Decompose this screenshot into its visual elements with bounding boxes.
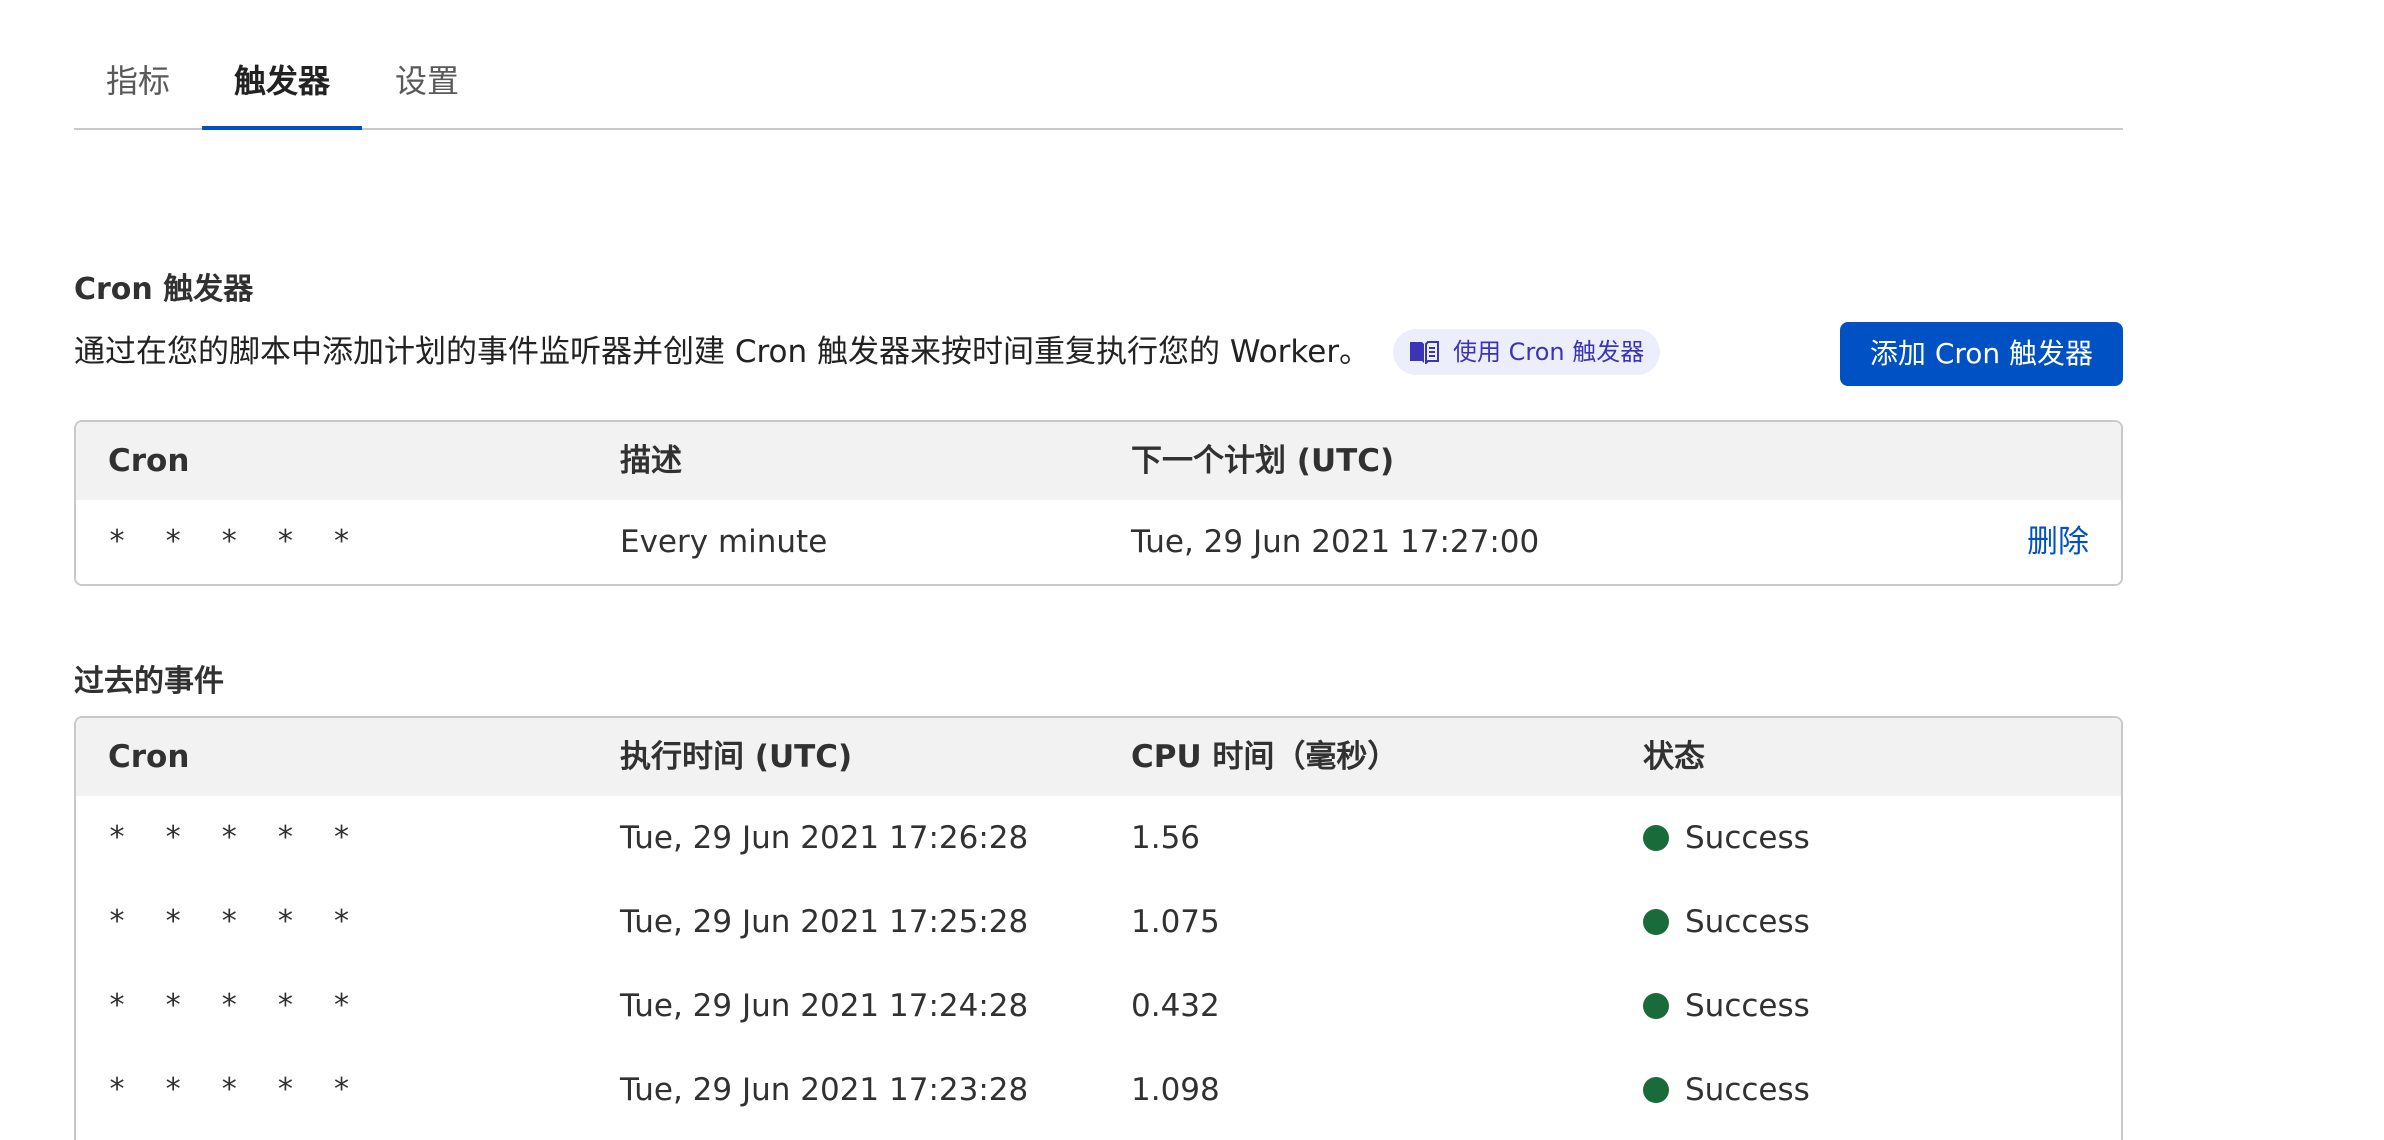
table-header: Cron 执行时间 (UTC) CPU 时间（毫秒） 状态 [76,718,2121,796]
tab-triggers[interactable]: 触发器 [202,38,362,130]
cpu-time: 1.098 [1131,1072,1220,1108]
executed-time: Tue, 29 Jun 2021 17:26:28 [620,820,1029,856]
cron-triggers-table: Cron 描述 下一个计划 (UTC) * * * * * Every minu… [74,420,2123,586]
executed-time: Tue, 29 Jun 2021 17:25:28 [620,904,1029,940]
column-header-description: 描述 [620,443,682,479]
tab-bar: 指标 触发器 设置 [74,38,2123,130]
tab-settings[interactable]: 设置 [362,38,492,130]
status-text: Success [1685,904,1810,940]
workers-triggers-page: 指标 触发器 设置 Cron 触发器 通过在您的脚本中添加计划的事件监听器并创建… [0,0,2384,1140]
cron-expression: * * * * * [108,1072,361,1107]
status: Success [1643,1048,1810,1132]
cron-triggers-title: Cron 触发器 [74,272,254,307]
past-events-table: Cron 执行时间 (UTC) CPU 时间（毫秒） 状态 * * * * * … [74,716,2123,1140]
column-header-cron: Cron [108,443,190,479]
status-text: Success [1685,1072,1810,1108]
next-run-time: Tue, 29 Jun 2021 17:27:00 [1131,524,1540,560]
status: Success [1643,796,1810,880]
success-dot-icon [1643,1077,1669,1103]
book-icon [1410,341,1439,364]
table-row: * * * * * Every minute Tue, 29 Jun 2021 … [76,500,2121,584]
success-dot-icon [1643,993,1669,1019]
table-row: * * * * * Tue, 29 Jun 2021 17:25:28 1.07… [76,880,2121,964]
tab-metrics[interactable]: 指标 [74,38,202,130]
table-row: * * * * * Tue, 29 Jun 2021 17:24:28 0.43… [76,964,2121,1048]
trigger-description: Every minute [620,524,828,560]
column-header-next-run: 下一个计划 (UTC) [1131,443,1395,479]
cpu-time: 1.56 [1131,820,1201,856]
column-header-executed: 执行时间 (UTC) [620,739,853,775]
column-header-cron: Cron [108,739,190,775]
status: Success [1643,880,1810,964]
cron-expression: * * * * * [108,988,361,1023]
status-text: Success [1685,820,1810,856]
cron-triggers-description: 通过在您的脚本中添加计划的事件监听器并创建 Cron 触发器来按时间重复执行您的… [74,334,1371,370]
cron-expression: * * * * * [108,904,361,939]
cpu-time: 0.432 [1131,988,1220,1024]
column-header-cpu-time: CPU 时间（毫秒） [1131,739,1399,775]
cron-docs-link[interactable]: 使用 Cron 触发器 [1393,329,1661,375]
success-dot-icon [1643,825,1669,851]
table-header: Cron 描述 下一个计划 (UTC) [76,422,2121,500]
table-row: * * * * * Tue, 29 Jun 2021 17:26:28 1.56… [76,796,2121,880]
past-events-title: 过去的事件 [74,664,224,699]
status: Success [1643,964,1810,1048]
cron-expression: * * * * * [108,820,361,855]
delete-trigger-link[interactable]: 删除 [2027,500,2089,584]
executed-time: Tue, 29 Jun 2021 17:23:28 [620,1072,1029,1108]
table-row: * * * * * Tue, 29 Jun 2021 17:23:28 1.09… [76,1048,2121,1132]
cpu-time: 1.075 [1131,904,1220,940]
success-dot-icon [1643,909,1669,935]
cron-expression: * * * * * [108,524,361,559]
status-text: Success [1685,988,1810,1024]
add-cron-trigger-button[interactable]: 添加 Cron 触发器 [1840,322,2123,386]
column-header-status: 状态 [1643,739,1705,775]
cron-docs-link-label: 使用 Cron 触发器 [1453,338,1645,366]
executed-time: Tue, 29 Jun 2021 17:24:28 [620,988,1029,1024]
